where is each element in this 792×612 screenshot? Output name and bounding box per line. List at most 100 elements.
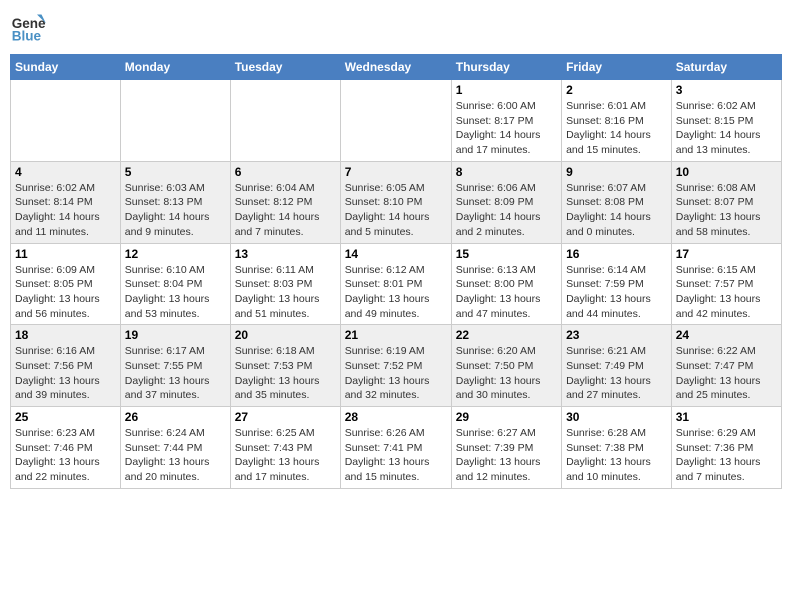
day-number: 29	[456, 410, 557, 424]
day-number: 11	[15, 247, 116, 261]
day-number: 6	[235, 165, 336, 179]
calendar-cell: 9 Sunrise: 6:07 AMSunset: 8:08 PMDaylight…	[562, 161, 672, 243]
day-info: Sunrise: 6:07 AMSunset: 8:08 PMDaylight:…	[566, 181, 667, 240]
calendar-cell: 5 Sunrise: 6:03 AMSunset: 8:13 PMDaylight…	[120, 161, 230, 243]
calendar-cell: 14Sunrise: 6:12 AMSunset: 8:01 PMDayligh…	[340, 243, 451, 325]
calendar-cell: 16 Sunrise: 6:14 AMSunset: 7:59 PMDayligh…	[562, 243, 672, 325]
calendar-cell: 22 Sunrise: 6:20 AMSunset: 7:50 PMDayligh…	[451, 325, 561, 407]
calendar-cell: 1 Sunrise: 6:00 AMSunset: 8:17 PMDaylight…	[451, 80, 561, 162]
day-number: 13	[235, 247, 336, 261]
calendar-cell	[11, 80, 121, 162]
day-number: 26	[125, 410, 226, 424]
day-number: 17	[676, 247, 777, 261]
calendar-cell: 17 Sunrise: 6:15 AMSunset: 7:57 PMDayligh…	[671, 243, 781, 325]
calendar-cell	[120, 80, 230, 162]
day-info: Sunrise: 6:26 AMSunset: 7:41 PMDaylight:…	[345, 426, 447, 485]
day-number: 5	[125, 165, 226, 179]
svg-text:Blue: Blue	[12, 29, 42, 44]
calendar-header-row: SundayMondayTuesdayWednesdayThursdayFrid…	[11, 55, 782, 80]
day-number: 25	[15, 410, 116, 424]
logo-icon: General Blue	[10, 10, 46, 46]
calendar-cell: 25 Sunrise: 6:23 AMSunset: 7:46 PMDayligh…	[11, 407, 121, 489]
day-number: 30	[566, 410, 667, 424]
day-number: 21	[345, 328, 447, 342]
day-number: 10	[676, 165, 777, 179]
day-info: Sunrise: 6:00 AMSunset: 8:17 PMDaylight:…	[456, 99, 557, 158]
calendar-cell: 23 Sunrise: 6:21 AMSunset: 7:49 PMDayligh…	[562, 325, 672, 407]
column-header-monday: Monday	[120, 55, 230, 80]
day-number: 15	[456, 247, 557, 261]
day-info: Sunrise: 6:09 AMSunset: 8:05 PMDaylight:…	[15, 263, 116, 322]
day-info: Sunrise: 6:02 AMSunset: 8:15 PMDaylight:…	[676, 99, 777, 158]
day-info: Sunrise: 6:25 AMSunset: 7:43 PMDaylight:…	[235, 426, 336, 485]
calendar-week-row: 25 Sunrise: 6:23 AMSunset: 7:46 PMDayligh…	[11, 407, 782, 489]
calendar-cell: 20 Sunrise: 6:18 AMSunset: 7:53 PMDayligh…	[230, 325, 340, 407]
calendar-week-row: 4 Sunrise: 6:02 AMSunset: 8:14 PMDaylight…	[11, 161, 782, 243]
day-number: 18	[15, 328, 116, 342]
calendar-cell: 7Sunrise: 6:05 AMSunset: 8:10 PMDaylight…	[340, 161, 451, 243]
calendar-cell: 13Sunrise: 6:11 AMSunset: 8:03 PMDayligh…	[230, 243, 340, 325]
day-info: Sunrise: 6:27 AMSunset: 7:39 PMDaylight:…	[456, 426, 557, 485]
calendar-cell: 10Sunrise: 6:08 AMSunset: 8:07 PMDayligh…	[671, 161, 781, 243]
day-info: Sunrise: 6:22 AMSunset: 7:47 PMDaylight:…	[676, 344, 777, 403]
day-number: 23	[566, 328, 667, 342]
day-number: 3	[676, 83, 777, 97]
calendar-table: SundayMondayTuesdayWednesdayThursdayFrid…	[10, 54, 782, 489]
calendar-cell: 12 Sunrise: 6:10 AMSunset: 8:04 PMDayligh…	[120, 243, 230, 325]
day-info: Sunrise: 6:02 AMSunset: 8:14 PMDaylight:…	[15, 181, 116, 240]
day-info: Sunrise: 6:01 AMSunset: 8:16 PMDaylight:…	[566, 99, 667, 158]
day-info: Sunrise: 6:20 AMSunset: 7:50 PMDaylight:…	[456, 344, 557, 403]
calendar-week-row: 18 Sunrise: 6:16 AMSunset: 7:56 PMDayligh…	[11, 325, 782, 407]
calendar-cell: 27 Sunrise: 6:25 AMSunset: 7:43 PMDayligh…	[230, 407, 340, 489]
day-number: 28	[345, 410, 447, 424]
calendar-cell: 24Sunrise: 6:22 AMSunset: 7:47 PMDayligh…	[671, 325, 781, 407]
column-header-friday: Friday	[562, 55, 672, 80]
day-info: Sunrise: 6:24 AMSunset: 7:44 PMDaylight:…	[125, 426, 226, 485]
day-info: Sunrise: 6:23 AMSunset: 7:46 PMDaylight:…	[15, 426, 116, 485]
day-number: 19	[125, 328, 226, 342]
day-info: Sunrise: 6:16 AMSunset: 7:56 PMDaylight:…	[15, 344, 116, 403]
calendar-cell: 8 Sunrise: 6:06 AMSunset: 8:09 PMDaylight…	[451, 161, 561, 243]
day-number: 9	[566, 165, 667, 179]
day-number: 22	[456, 328, 557, 342]
calendar-week-row: 1 Sunrise: 6:00 AMSunset: 8:17 PMDaylight…	[11, 80, 782, 162]
day-info: Sunrise: 6:06 AMSunset: 8:09 PMDaylight:…	[456, 181, 557, 240]
calendar-cell: 28 Sunrise: 6:26 AMSunset: 7:41 PMDayligh…	[340, 407, 451, 489]
day-info: Sunrise: 6:15 AMSunset: 7:57 PMDaylight:…	[676, 263, 777, 322]
day-info: Sunrise: 6:13 AMSunset: 8:00 PMDaylight:…	[456, 263, 557, 322]
day-number: 8	[456, 165, 557, 179]
day-info: Sunrise: 6:14 AMSunset: 7:59 PMDaylight:…	[566, 263, 667, 322]
calendar-cell: 31Sunrise: 6:29 AMSunset: 7:36 PMDayligh…	[671, 407, 781, 489]
day-number: 2	[566, 83, 667, 97]
day-number: 20	[235, 328, 336, 342]
day-info: Sunrise: 6:10 AMSunset: 8:04 PMDaylight:…	[125, 263, 226, 322]
calendar-cell	[340, 80, 451, 162]
calendar-cell: 6 Sunrise: 6:04 AMSunset: 8:12 PMDaylight…	[230, 161, 340, 243]
day-info: Sunrise: 6:17 AMSunset: 7:55 PMDaylight:…	[125, 344, 226, 403]
column-header-saturday: Saturday	[671, 55, 781, 80]
calendar-cell: 11 Sunrise: 6:09 AMSunset: 8:05 PMDayligh…	[11, 243, 121, 325]
day-number: 4	[15, 165, 116, 179]
calendar-cell: 15 Sunrise: 6:13 AMSunset: 8:00 PMDayligh…	[451, 243, 561, 325]
day-info: Sunrise: 6:19 AMSunset: 7:52 PMDaylight:…	[345, 344, 447, 403]
day-info: Sunrise: 6:03 AMSunset: 8:13 PMDaylight:…	[125, 181, 226, 240]
page-header: General Blue	[10, 10, 782, 46]
day-info: Sunrise: 6:04 AMSunset: 8:12 PMDaylight:…	[235, 181, 336, 240]
logo: General Blue	[10, 10, 46, 46]
column-header-thursday: Thursday	[451, 55, 561, 80]
day-number: 12	[125, 247, 226, 261]
day-number: 27	[235, 410, 336, 424]
calendar-cell: 30 Sunrise: 6:28 AMSunset: 7:38 PMDayligh…	[562, 407, 672, 489]
day-info: Sunrise: 6:21 AMSunset: 7:49 PMDaylight:…	[566, 344, 667, 403]
day-number: 16	[566, 247, 667, 261]
calendar-cell	[230, 80, 340, 162]
day-info: Sunrise: 6:18 AMSunset: 7:53 PMDaylight:…	[235, 344, 336, 403]
column-header-wednesday: Wednesday	[340, 55, 451, 80]
calendar-cell: 4 Sunrise: 6:02 AMSunset: 8:14 PMDaylight…	[11, 161, 121, 243]
day-number: 1	[456, 83, 557, 97]
column-header-tuesday: Tuesday	[230, 55, 340, 80]
calendar-cell: 2 Sunrise: 6:01 AMSunset: 8:16 PMDaylight…	[562, 80, 672, 162]
day-number: 31	[676, 410, 777, 424]
day-info: Sunrise: 6:05 AMSunset: 8:10 PMDaylight:…	[345, 181, 447, 240]
day-info: Sunrise: 6:28 AMSunset: 7:38 PMDaylight:…	[566, 426, 667, 485]
